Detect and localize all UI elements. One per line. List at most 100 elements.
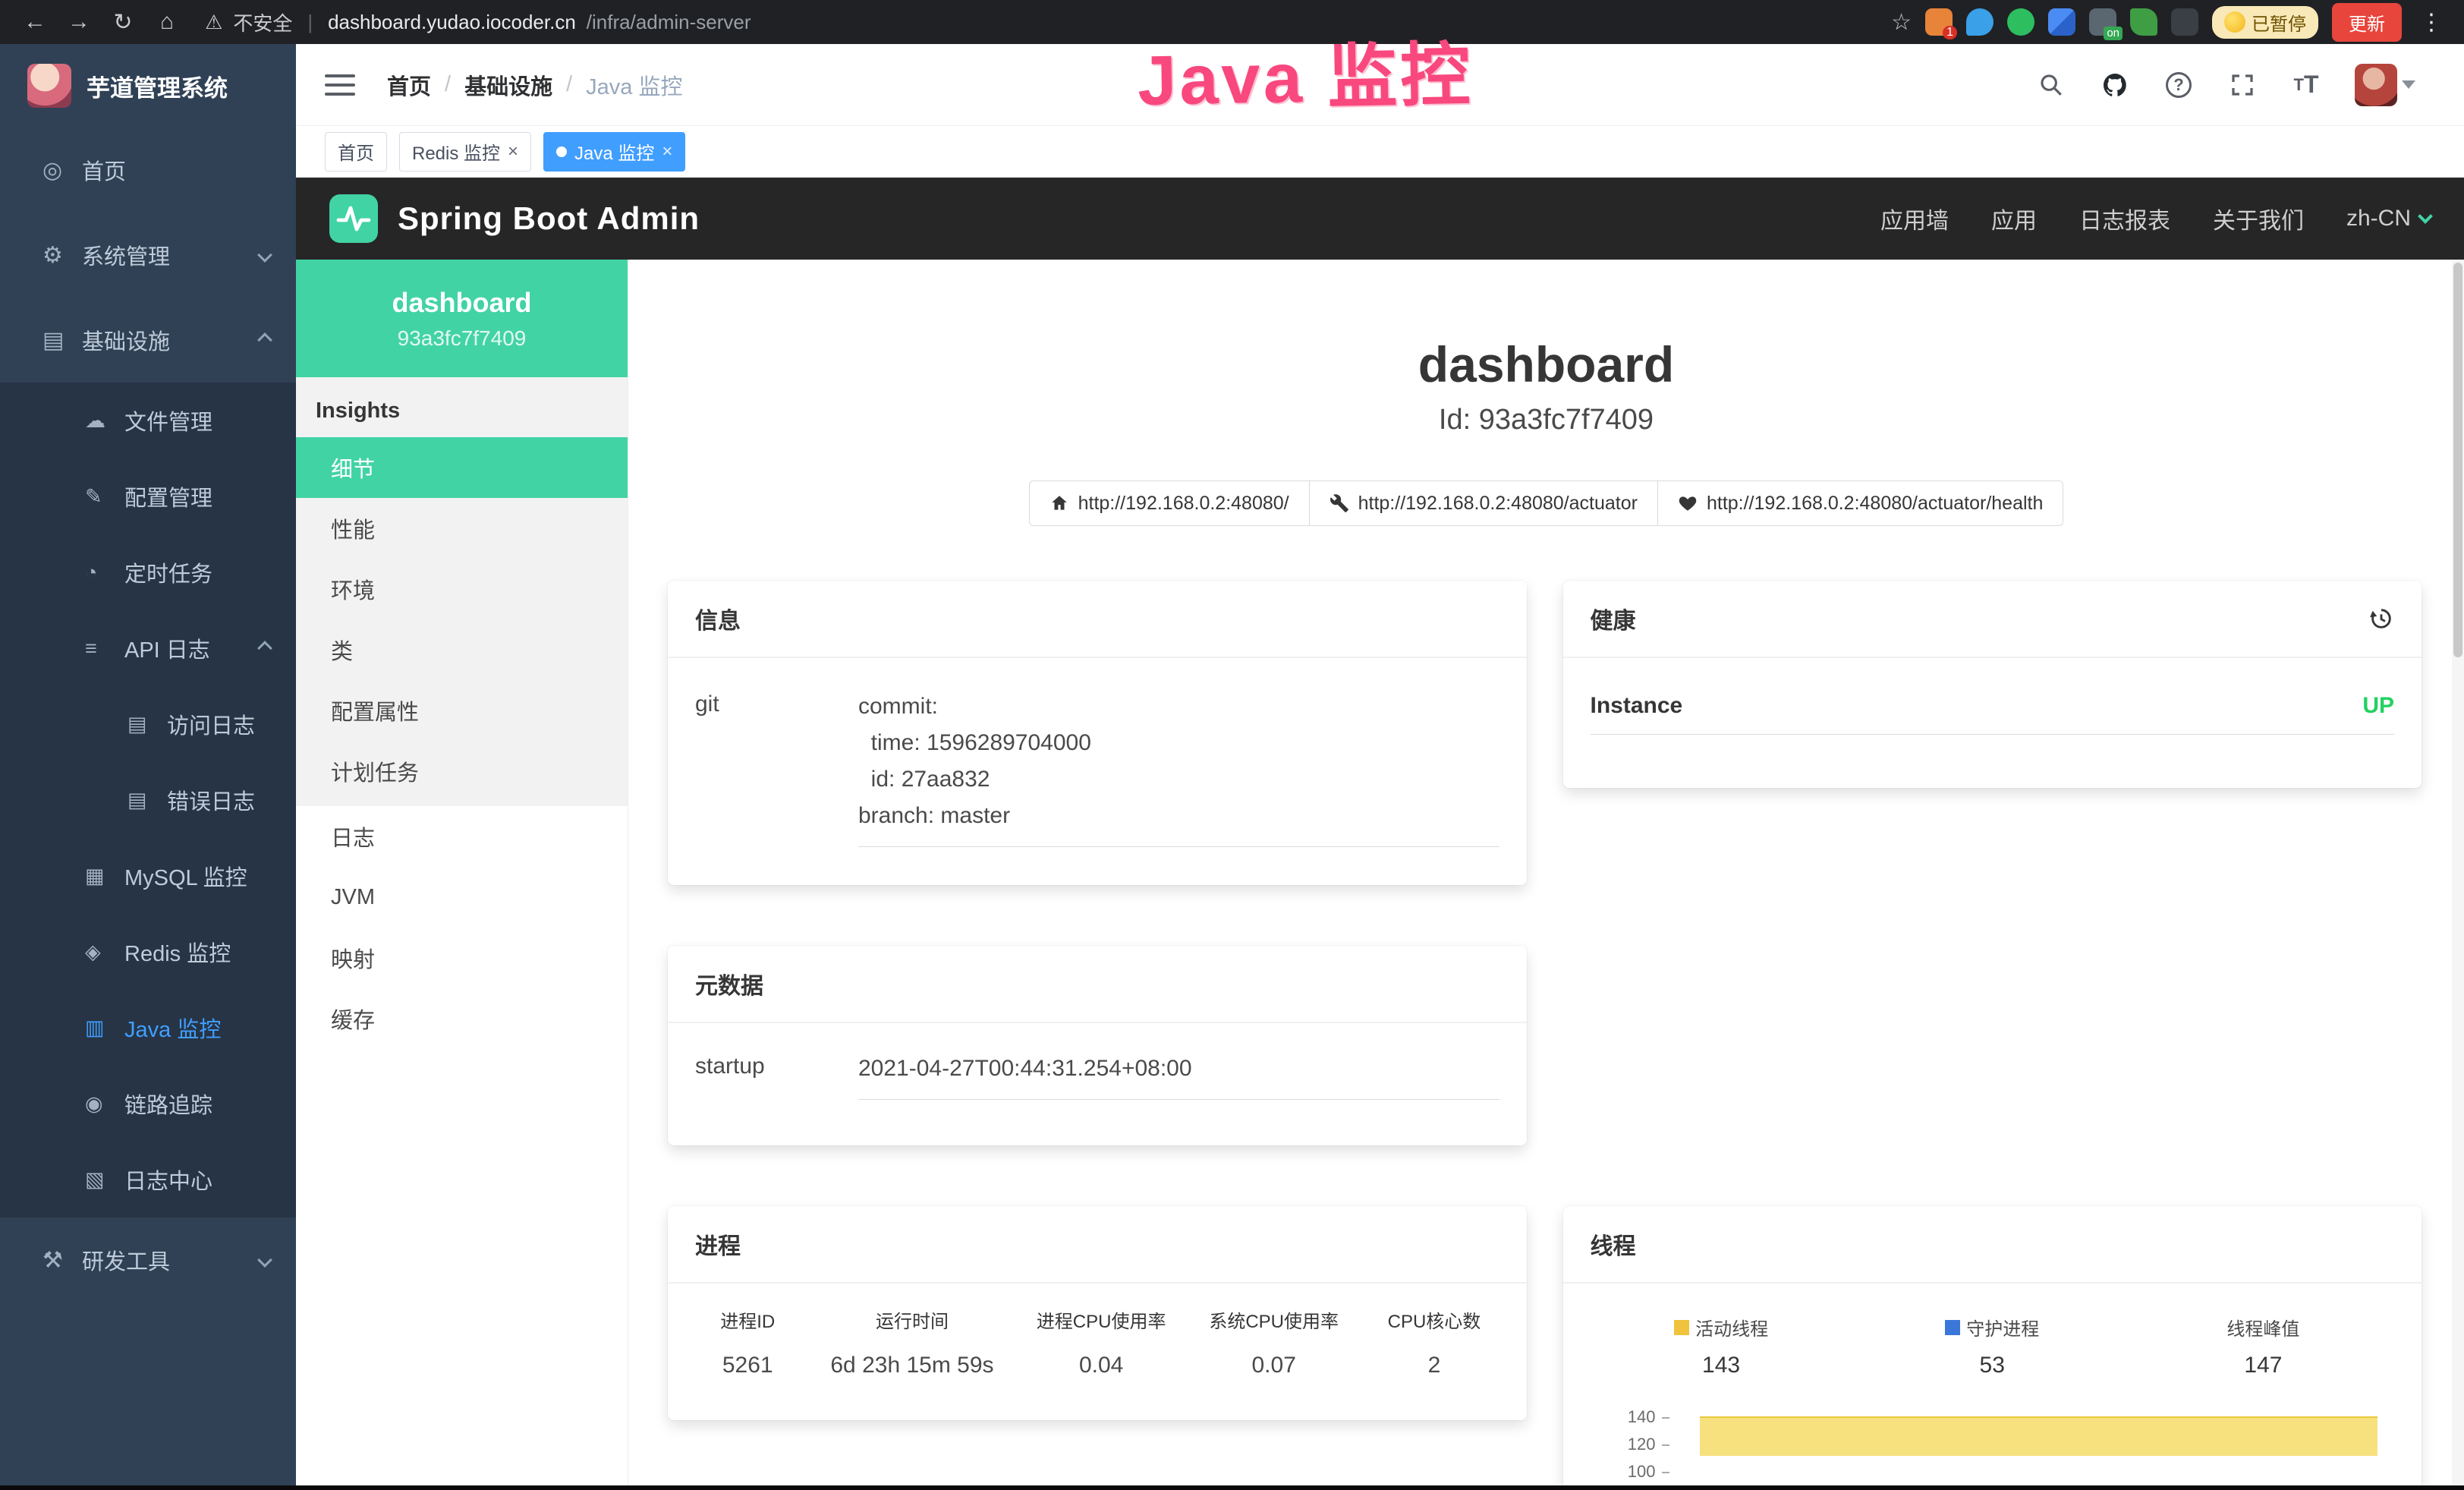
extension-icon-switch[interactable]: on	[2089, 8, 2116, 36]
url-path[interactable]: /infra/admin-server	[587, 11, 751, 34]
sba-nav-about[interactable]: 关于我们	[2213, 202, 2304, 235]
sidebar-item-home[interactable]: ◎ 首页	[0, 128, 296, 213]
github-icon[interactable]	[2100, 70, 2130, 100]
sidebar-item-log-center[interactable]: ▧ 日志中心	[0, 1142, 296, 1218]
yellow-swatch-icon	[1674, 1320, 1689, 1335]
tab-java-monitor[interactable]: Java 监控 ×	[543, 132, 685, 172]
sidebar-item-redis-monitor[interactable]: ◈ Redis 监控	[0, 914, 296, 990]
instance-header[interactable]: dashboard 93a3fc7f7409	[296, 260, 628, 377]
scrollbar-track[interactable]	[2452, 260, 2464, 1490]
sba-item-logs[interactable]: 日志	[296, 806, 628, 867]
sba-item-metrics[interactable]: 性能	[296, 498, 628, 559]
sidebar-item-infra[interactable]: ▤ 基础设施	[0, 298, 296, 383]
app-logo[interactable]: 芋道管理系统	[0, 44, 296, 128]
sidebar-item-scheduled-jobs[interactable]: ◔ 定时任务	[0, 534, 296, 610]
bookmark-star-icon[interactable]: ☆	[1891, 9, 1912, 36]
extension-icon-green-circle[interactable]	[2007, 8, 2034, 36]
info-card: 信息 git commit: time: 1596289704000 id: 2…	[668, 581, 1527, 885]
sidebar-item-label: 研发工具	[82, 1244, 260, 1276]
cpu-cores: 2	[1360, 1353, 1508, 1378]
paused-badge[interactable]: 已暂停	[2212, 6, 2318, 39]
sba-brand-title[interactable]: Spring Boot Admin	[398, 200, 700, 237]
document-icon: ▤	[127, 789, 167, 812]
home-icon[interactable]: ⌂	[149, 4, 185, 40]
search-icon[interactable]	[2036, 70, 2066, 100]
metadata-card-title: 元数据	[695, 967, 763, 1000]
security-label[interactable]: 不安全	[233, 8, 292, 36]
process-col-header: CPU核心数	[1360, 1306, 1508, 1353]
health-url-button[interactable]: http://192.168.0.2:48080/actuator/health	[1657, 480, 2063, 526]
sidebar-item-api-logs[interactable]: ≡ API 日志	[0, 610, 296, 686]
chart-area-band	[1700, 1416, 2378, 1456]
extension-badge-count: 1	[1943, 26, 1957, 39]
extension-icon-puzzle[interactable]	[2171, 8, 2198, 36]
help-icon[interactable]: ?	[2163, 70, 2194, 100]
tab-redis-monitor[interactable]: Redis 监控 ×	[399, 132, 531, 172]
window-edge	[0, 1485, 2464, 1490]
sba-item-details[interactable]: 细节	[296, 437, 628, 498]
extension-icon-orange[interactable]: 1	[1925, 8, 1953, 36]
service-url-button[interactable]: http://192.168.0.2:48080/	[1029, 480, 1310, 526]
info-line: branch: master	[858, 798, 1499, 834]
sidebar-item-label: 链路追踪	[124, 1088, 212, 1120]
breadcrumb-home[interactable]: 首页	[387, 69, 431, 101]
chevron-down-icon	[2418, 209, 2433, 224]
forward-icon[interactable]: →	[61, 4, 97, 40]
sba-item-config-props[interactable]: 配置属性	[296, 680, 628, 741]
sba-item-jvm[interactable]: JVM	[296, 867, 628, 928]
hamburger-icon[interactable]	[325, 74, 355, 96]
actuator-url-button[interactable]: http://192.168.0.2:48080/actuator	[1309, 480, 1658, 526]
threads-chart: 140 120 100	[1586, 1406, 2399, 1490]
breadcrumb-infra[interactable]: 基础设施	[464, 69, 552, 101]
sba-nav-journal[interactable]: 日志报表	[2079, 202, 2170, 235]
info-line: commit:	[858, 688, 1499, 725]
sba-item-caches[interactable]: 缓存	[296, 988, 628, 1049]
sba-item-environment[interactable]: 环境	[296, 559, 628, 619]
legend-label: 活动线程	[1695, 1314, 1768, 1340]
sba-item-mappings[interactable]: 映射	[296, 928, 628, 988]
sba-nav-applications[interactable]: 应用	[1991, 202, 2037, 235]
sidebar-item-config-mgmt[interactable]: ✎ 配置管理	[0, 458, 296, 534]
threads-card-title: 线程	[1591, 1227, 1636, 1261]
reload-icon[interactable]: ↻	[105, 4, 141, 40]
sidebar-item-system[interactable]: ⚙ 系统管理	[0, 213, 296, 298]
sidebar-item-java-monitor[interactable]: ▥ Java 监控	[0, 990, 296, 1066]
sba-nav-wallboard[interactable]: 应用墙	[1880, 202, 1949, 235]
close-icon[interactable]: ×	[508, 141, 518, 162]
history-icon[interactable]	[2368, 606, 2394, 632]
sidebar-item-file-mgmt[interactable]: ☁ 文件管理	[0, 383, 296, 458]
extension-icon-grid[interactable]	[2048, 8, 2075, 36]
threads-legend: 活动线程 143 守护进程 53 线程峰值 14	[1586, 1314, 2399, 1378]
fullscreen-icon[interactable]	[2227, 70, 2258, 100]
scrollbar-thumb[interactable]	[2453, 263, 2462, 657]
address-bar[interactable]: ⚠ 不安全 | dashboard.yudao.iocoder.cn/infra…	[205, 8, 751, 36]
sidebar-item-error-logs[interactable]: ▤ 错误日志	[0, 762, 296, 838]
sba-item-scheduled-tasks[interactable]: 计划任务	[296, 741, 628, 802]
extension-icon-drop[interactable]	[1966, 8, 1994, 36]
user-menu[interactable]	[2355, 64, 2415, 106]
close-icon[interactable]: ×	[662, 141, 672, 162]
threads-card: 线程 活动线程 143 守护进程	[1563, 1206, 2422, 1490]
sidebar-item-mysql-monitor[interactable]: ▦ MySQL 监控	[0, 838, 296, 914]
back-icon[interactable]: ←	[17, 4, 53, 40]
browser-update-button[interactable]: 更新	[2332, 3, 2402, 42]
caret-down-icon	[2402, 80, 2415, 89]
metadata-row-startup: startup 2021-04-27T00:44:31.254+08:00	[695, 1051, 1499, 1100]
tab-home[interactable]: 首页	[325, 132, 387, 172]
locale-selector[interactable]: zh-CN	[2346, 206, 2431, 232]
sidebar-item-dev-tools[interactable]: ⚒ 研发工具	[0, 1218, 296, 1303]
extension-icon-leaf[interactable]	[2130, 8, 2157, 36]
sba-item-classes[interactable]: 类	[296, 619, 628, 680]
sidebar-item-access-logs[interactable]: ▤ 访问日志	[0, 686, 296, 762]
sidebar-item-label: MySQL 监控	[124, 860, 247, 892]
browser-menu-icon[interactable]: ⋮	[2415, 9, 2447, 36]
url-domain[interactable]: dashboard.yudao.iocoder.cn	[328, 11, 576, 34]
breadcrumb-separator: /	[445, 72, 451, 97]
avatar[interactable]	[2355, 64, 2397, 106]
font-size-icon[interactable]: TT	[2291, 70, 2321, 100]
sidebar-item-tracing[interactable]: ◉ 链路追踪	[0, 1066, 296, 1142]
sba-logo-icon[interactable]	[329, 194, 378, 243]
admin-sidebar: 芋道管理系统 ◎ 首页 ⚙ 系统管理 ▤ 基础设施 ☁ 文件管理	[0, 44, 296, 1490]
trace-icon: ◉	[85, 1092, 124, 1116]
locale-label: zh-CN	[2346, 206, 2411, 232]
